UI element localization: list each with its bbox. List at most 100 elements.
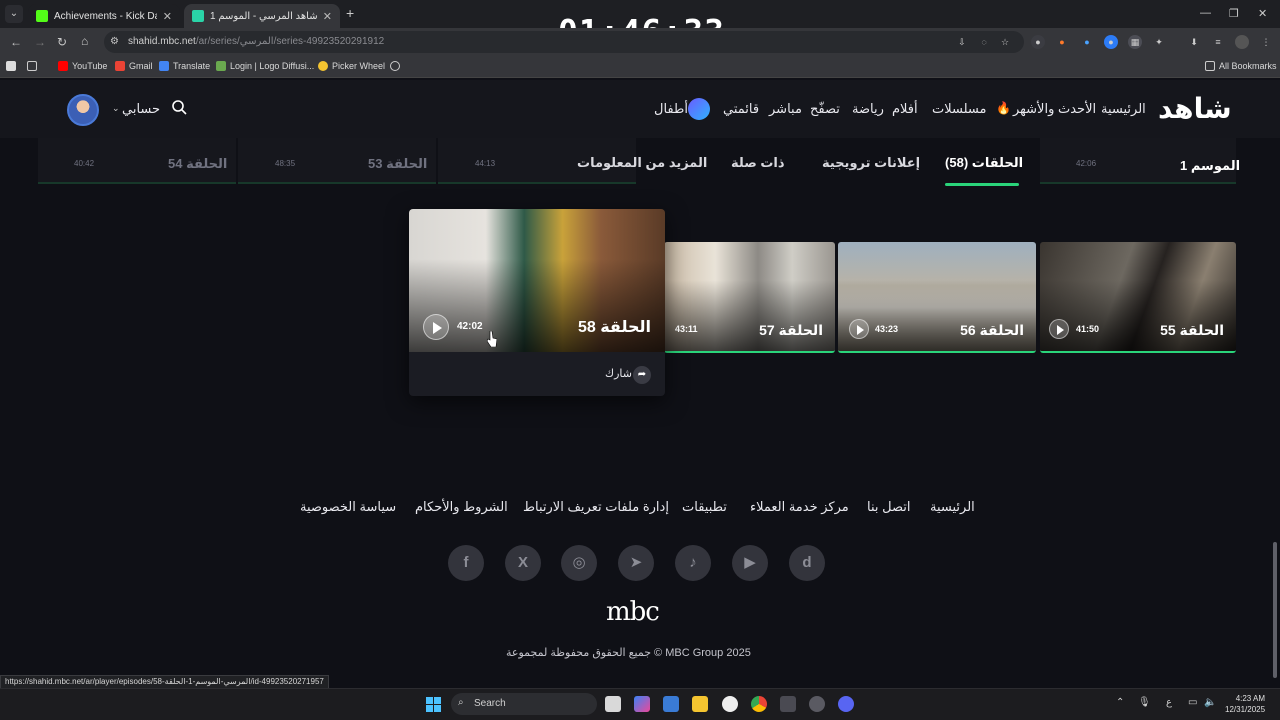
footer-link-apps[interactable]: تطبيقات: [682, 499, 727, 515]
home-icon[interactable]: ⌂: [81, 34, 88, 48]
maximize-icon[interactable]: ❐: [1229, 7, 1239, 20]
close-tab-icon[interactable]: ✕: [323, 10, 332, 23]
copilot-icon[interactable]: [634, 696, 650, 712]
play-icon[interactable]: [1049, 319, 1069, 339]
episode-card[interactable]: الحلقة 55 41:50: [1040, 242, 1236, 353]
footer-link-cookies[interactable]: إدارة ملفات تعريف الارتباط: [523, 499, 669, 515]
site-info-icon[interactable]: ⚙: [110, 36, 119, 47]
browser-tab-shahid[interactable]: شاهد المرسي - الموسم 1 | d.net ✕: [184, 4, 340, 28]
store-icon[interactable]: [663, 696, 679, 712]
play-icon[interactable]: [849, 319, 869, 339]
reload-icon[interactable]: ↻: [57, 35, 67, 49]
avatar[interactable]: [67, 94, 99, 126]
x-social-icon[interactable]: X: [505, 545, 541, 581]
bookmark-translate[interactable]: Translate: [159, 61, 210, 71]
tab-episodes[interactable]: الحلقات (58): [945, 155, 1023, 171]
share-label[interactable]: شارك: [605, 367, 632, 380]
nav-sports[interactable]: رياضة: [852, 101, 884, 117]
extension-grid-icon[interactable]: ▦: [1128, 35, 1142, 49]
language-indicator[interactable]: ع: [1166, 697, 1172, 708]
nav-browse[interactable]: تصفّح: [810, 101, 840, 117]
taskbar-search-box[interactable]: [451, 693, 597, 715]
browser-tab-kick[interactable]: Achievements - Kick Dashboard ✕: [28, 4, 180, 28]
download-icon[interactable]: ⬇: [1187, 35, 1201, 49]
nav-movies[interactable]: أفلام: [892, 101, 918, 117]
url-text[interactable]: shahid.mbc.net/ar/series/المرسي/series-4…: [128, 36, 384, 47]
discord-icon[interactable]: [838, 696, 854, 712]
windows-start-icon[interactable]: [426, 697, 441, 712]
episode-card[interactable]: الحلقة 56 43:23: [838, 242, 1036, 353]
footer-link-home[interactable]: الرئيسية: [930, 499, 975, 515]
eye-off-icon[interactable]: ◌: [977, 35, 991, 49]
instagram-social-icon[interactable]: ◎: [561, 545, 597, 581]
extension-blue-icon[interactable]: ●: [1080, 35, 1094, 49]
media-icon[interactable]: ≡: [1211, 35, 1225, 49]
chevron-down-icon[interactable]: ⌄: [112, 103, 120, 114]
nav-kids[interactable]: أطفال: [654, 101, 688, 117]
extensions-puzzle-icon[interactable]: ✦: [1152, 35, 1166, 49]
telegram-social-icon[interactable]: ➤: [618, 545, 654, 581]
settings-icon[interactable]: [722, 696, 738, 712]
tiktok-social-icon[interactable]: ♪: [675, 545, 711, 581]
footer-link-customer-service[interactable]: مركز خدمة العملاء: [750, 499, 849, 515]
volume-icon[interactable]: 🔈: [1204, 697, 1216, 708]
extension-circle-icon[interactable]: ●: [1104, 35, 1118, 49]
tab-groups-icon[interactable]: [27, 61, 37, 71]
network-icon[interactable]: ▭: [1188, 697, 1197, 708]
extension-fire-icon[interactable]: ●: [1055, 35, 1069, 49]
share-icon[interactable]: ➦: [633, 366, 651, 384]
task-view-icon[interactable]: [605, 696, 621, 712]
active-tab-indicator: [945, 183, 1019, 186]
tab-more-info[interactable]: المزيد من المعلومات: [577, 155, 707, 171]
microphone-icon[interactable]: 🎙: [1138, 697, 1151, 708]
scrollbar-thumb[interactable]: [1273, 542, 1277, 678]
bookmark-login[interactable]: Login | Logo Diffusi...: [216, 61, 314, 71]
profile-icon[interactable]: [1235, 35, 1249, 49]
footer-link-contact[interactable]: اتصل بنا: [867, 499, 910, 515]
faded-episode-duration: 42:06: [1076, 159, 1097, 168]
nav-series[interactable]: مسلسلات: [932, 101, 986, 117]
episode-card-expanded[interactable]: الحلقة 58 42:02 شارك ➦: [409, 209, 665, 396]
all-bookmarks[interactable]: All Bookmarks: [1205, 61, 1277, 71]
bookmark-star-icon[interactable]: ☆: [998, 35, 1012, 49]
play-icon[interactable]: [423, 314, 449, 340]
shahid-social-icon[interactable]: d: [789, 545, 825, 581]
facebook-social-icon[interactable]: f: [448, 545, 484, 581]
menu-dots-icon[interactable]: ⋮: [1259, 35, 1273, 49]
globe-bookmark-icon[interactable]: [390, 61, 400, 71]
taskbar-clock[interactable]: 4:23 AM 12/31/2025: [1225, 693, 1265, 715]
nav-home[interactable]: الرئيسية: [1101, 101, 1146, 117]
tab-trailers[interactable]: إعلانات ترويجية: [822, 155, 920, 171]
footer-link-terms[interactable]: الشروط والأحكام: [415, 499, 508, 515]
forward-icon[interactable]: →: [34, 35, 46, 49]
file-explorer-icon[interactable]: [692, 696, 708, 712]
app-icon[interactable]: [809, 696, 825, 712]
extension-icon[interactable]: ●: [1031, 35, 1045, 49]
episode-card[interactable]: الحلقة 57 43:11: [664, 242, 835, 353]
bookmark-youtube[interactable]: YouTube: [58, 61, 107, 71]
shahid-logo[interactable]: شاهد: [1158, 92, 1233, 125]
tab-related[interactable]: ذات صلة: [731, 155, 785, 171]
close-tab-icon[interactable]: ✕: [163, 10, 172, 23]
nav-trending[interactable]: الأحدث والأشهر: [1013, 101, 1096, 117]
footer-link-privacy[interactable]: سياسة الخصوصية: [300, 499, 396, 515]
apps-icon[interactable]: [6, 61, 16, 71]
minimize-icon[interactable]: —: [1200, 7, 1211, 19]
episode-title: الحلقة 57: [759, 322, 823, 338]
chevron-up-icon[interactable]: ⌃: [1116, 697, 1124, 708]
chrome-icon[interactable]: [751, 696, 767, 712]
app-icon[interactable]: [780, 696, 796, 712]
install-app-icon[interactable]: ⇩: [955, 35, 969, 49]
season-selector[interactable]: الموسم 1: [1180, 158, 1240, 174]
bookmark-gmail[interactable]: Gmail: [115, 61, 153, 71]
search-icon[interactable]: [171, 99, 187, 115]
close-window-icon[interactable]: ✕: [1258, 7, 1267, 20]
account-menu-label[interactable]: حسابي: [122, 101, 160, 117]
new-tab-button[interactable]: +: [346, 5, 354, 21]
tab-search-button[interactable]: ⌄: [5, 5, 23, 23]
youtube-social-icon[interactable]: ▶: [732, 545, 768, 581]
nav-my-list[interactable]: قائمتي: [723, 101, 759, 117]
back-icon[interactable]: ←: [10, 35, 22, 49]
nav-live[interactable]: مباشر: [769, 101, 802, 117]
bookmark-picker-wheel[interactable]: Picker Wheel: [318, 61, 385, 71]
